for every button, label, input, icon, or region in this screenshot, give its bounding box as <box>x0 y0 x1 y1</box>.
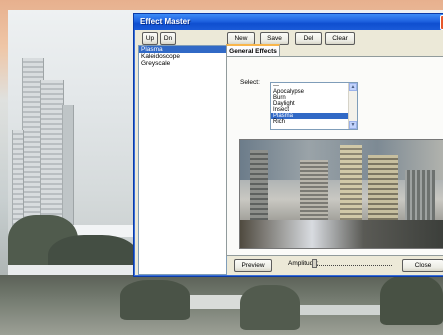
scroll-down-icon[interactable]: ▼ <box>349 121 357 129</box>
effect-list-scrollbar[interactable]: ▲ ▼ <box>348 83 357 129</box>
slider-thumb[interactable] <box>312 259 317 268</box>
window-title: Effect Master <box>140 17 191 26</box>
preview-button[interactable]: Preview <box>234 259 272 272</box>
effect-chain-list[interactable]: Plasma Kaleidoscope Greyscale <box>138 45 227 275</box>
amplitude-slider[interactable] <box>312 259 392 268</box>
general-effects-panel: Select: --- Apocalypse Burn Daylight Ins… <box>226 56 443 256</box>
clear-button[interactable]: Clear <box>325 32 355 45</box>
title-bar[interactable]: Effect Master ✕ <box>134 14 443 30</box>
list-item[interactable]: Kaleidoscope <box>139 53 226 60</box>
close-button[interactable]: Close <box>402 259 443 272</box>
effect-select-list[interactable]: --- Apocalypse Burn Daylight Insect Plas… <box>270 82 358 130</box>
list-item[interactable]: Greyscale <box>139 60 226 67</box>
list-item[interactable]: Plasma <box>139 46 226 53</box>
scroll-up-icon[interactable]: ▲ <box>349 83 357 91</box>
list-item[interactable]: Rich <box>271 119 357 125</box>
move-down-button[interactable]: Dn <box>160 32 176 45</box>
select-label: Select: <box>240 79 260 86</box>
delete-button[interactable]: Del <box>295 32 322 45</box>
bottom-bar: Preview Amplitude: Close <box>226 257 443 273</box>
effect-preview-image <box>239 139 443 249</box>
effect-master-window[interactable]: Effect Master ✕ Up Dn New Save Del Clear… <box>133 13 443 277</box>
move-up-button[interactable]: Up <box>142 32 158 45</box>
photo-ground <box>0 275 443 335</box>
